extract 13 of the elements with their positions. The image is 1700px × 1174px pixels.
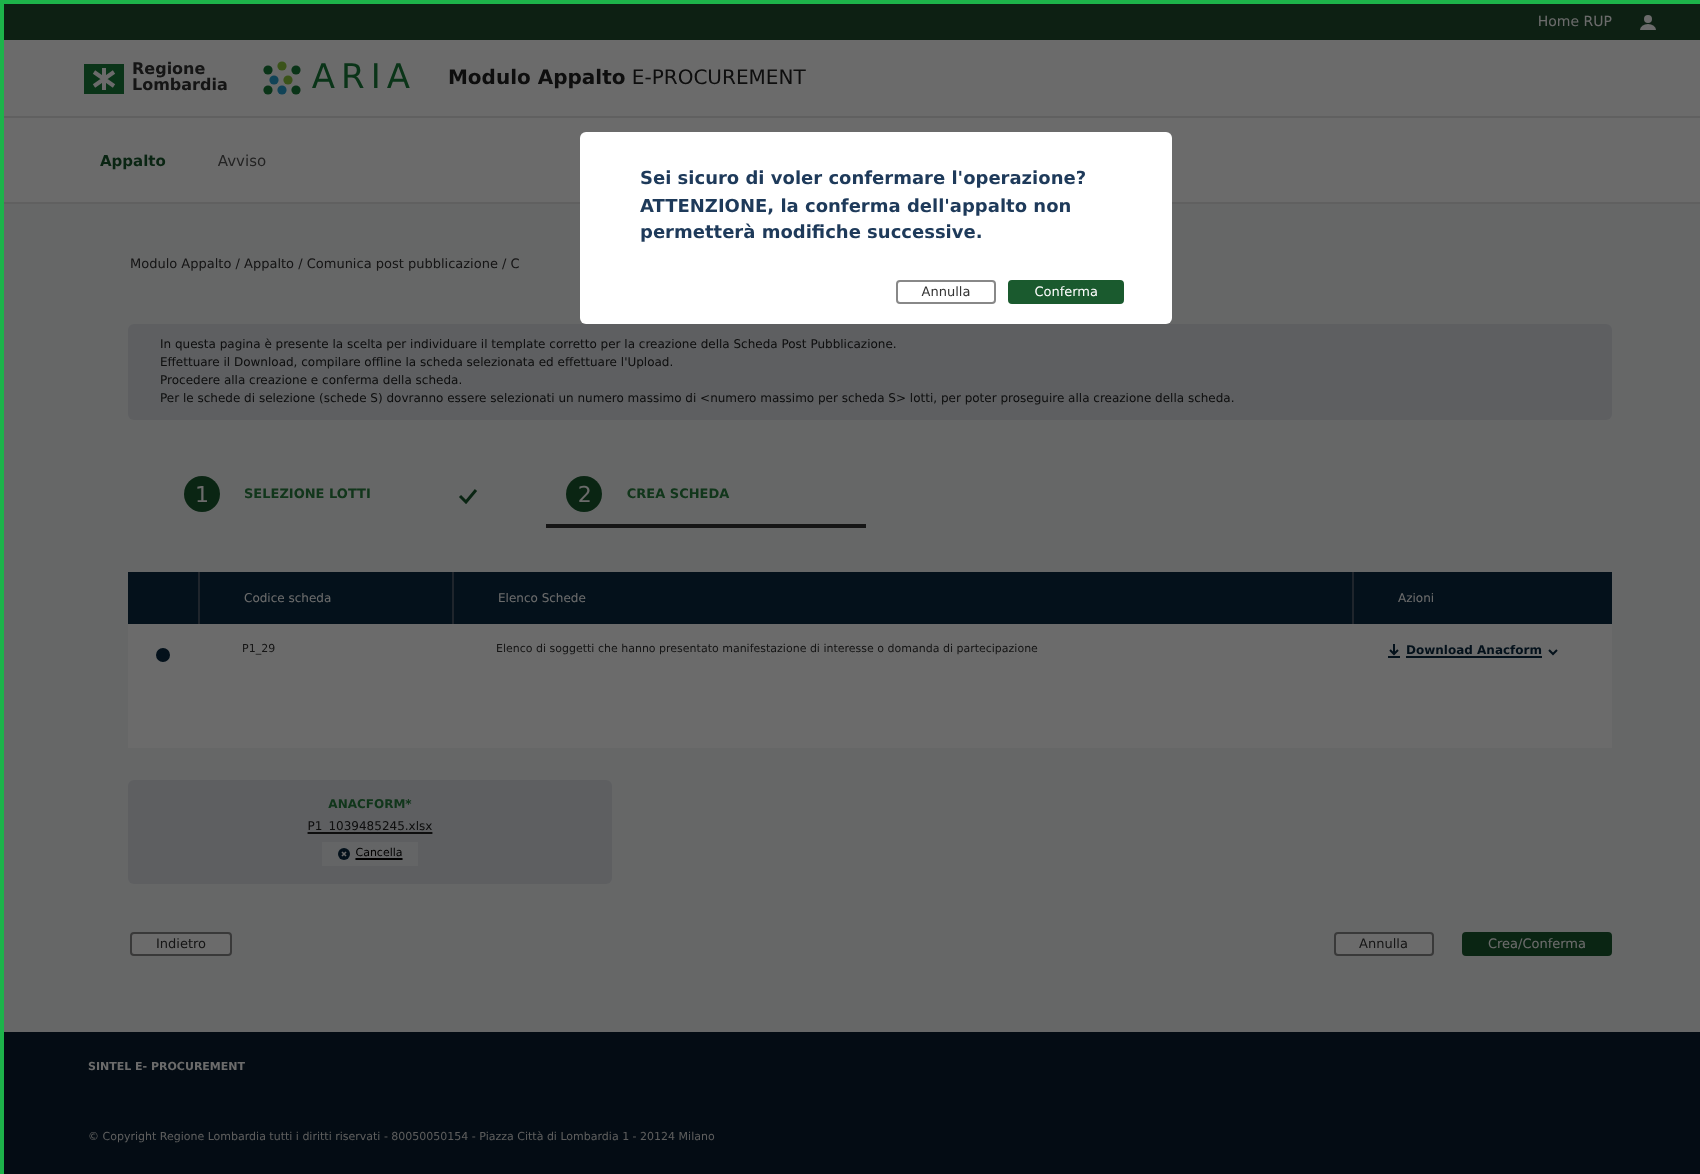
region-logo-text: Regione Lombardia bbox=[132, 62, 228, 94]
step-number: 1 bbox=[184, 476, 220, 512]
dialog-message: Sei sicuro di voler confermare l'operazione? ATTENZIONE, la conferma dell'appalto non permetterà modifiche successive. bbox=[640, 168, 1089, 248]
radio-button[interactable] bbox=[156, 648, 170, 662]
aria-logo-text: ARIA bbox=[311, 58, 416, 98]
close-icon bbox=[337, 848, 350, 860]
step-number: 2 bbox=[566, 476, 603, 512]
chevron-down-icon bbox=[1548, 647, 1558, 655]
region-logo-icon bbox=[84, 63, 124, 93]
user-icon[interactable] bbox=[1640, 14, 1656, 30]
module-title: Modulo Appalto E-PROCUREMENT bbox=[447, 67, 806, 89]
download-icon bbox=[1388, 644, 1400, 658]
aria-logo-icon bbox=[259, 60, 304, 96]
